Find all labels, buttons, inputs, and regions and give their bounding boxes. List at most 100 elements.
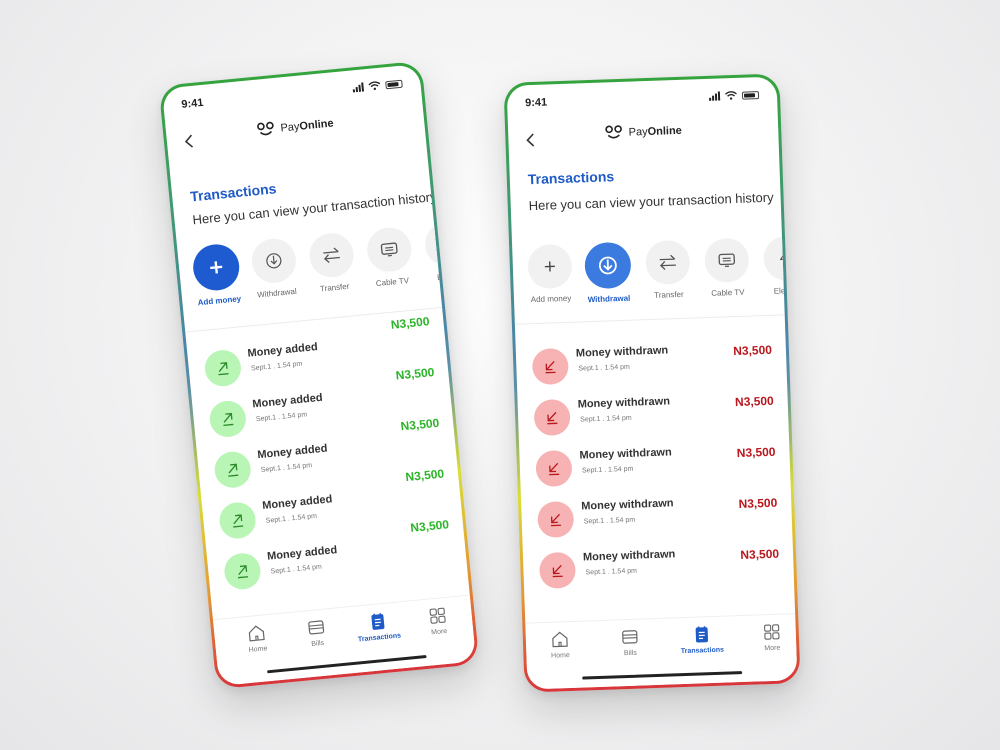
transaction-list: Money withdrawn Sept.1 . 1.54 pm N3,500 … <box>516 334 795 598</box>
action-label: Transfer <box>654 289 684 300</box>
home-icon <box>248 625 265 642</box>
transaction-amount: N3,500 <box>399 415 440 434</box>
transaction-datetime: Sept.1 . 1.54 pm <box>260 462 313 474</box>
plus-icon <box>210 261 223 274</box>
home-icon <box>552 631 568 648</box>
transaction-title: Money withdrawn <box>575 344 669 360</box>
arrow-up-right-icon <box>228 463 239 477</box>
nav-more[interactable]: More <box>741 622 797 653</box>
action-label: Add money <box>197 294 242 308</box>
action-add-money[interactable]: Add money <box>185 242 249 308</box>
bills-icon <box>308 620 325 635</box>
nav-bills[interactable]: Bills <box>600 627 661 658</box>
arrow-up-right-icon <box>218 362 229 376</box>
nav-label: Transactions <box>680 646 725 656</box>
action-label: Withdrawal <box>256 286 298 300</box>
tv-icon <box>380 242 398 257</box>
transaction-amount: N3,500 <box>740 546 780 563</box>
arrow-up-right-icon <box>233 514 244 528</box>
action-transfer[interactable]: Transfer <box>638 239 698 300</box>
action-label: Electric <box>773 285 798 296</box>
nav-transactions[interactable]: Transactions <box>347 610 410 645</box>
transfer-icon <box>659 254 676 270</box>
action-withdrawal[interactable]: Withdrawal <box>578 241 638 304</box>
nav-label: Transactions <box>357 632 402 644</box>
transaction-title: Money added <box>256 442 328 462</box>
nav-bills[interactable]: Bills <box>285 616 348 651</box>
transactions-icon <box>371 613 385 630</box>
transaction-amount: N3,500 <box>736 444 776 461</box>
arrow-up-right-icon <box>223 412 234 427</box>
arrow-up-right-icon <box>237 565 249 579</box>
home-indicator <box>267 655 427 674</box>
status-bar: 9:41 <box>524 89 760 113</box>
transaction-title: Money added <box>251 391 324 411</box>
action-electric[interactable]: Electric <box>416 219 476 283</box>
smiley-logo-icon <box>605 125 623 139</box>
transaction-datetime: Sept.1 . 1.54 pm <box>255 411 308 424</box>
phone-frame-right: 9:41 PayOnline Transactions Here you can… <box>503 73 801 693</box>
tv-icon <box>718 253 735 267</box>
bills-icon <box>622 630 638 644</box>
arrow-down-left-icon <box>550 513 561 527</box>
transaction-row[interactable]: Money withdrawn Sept.1 . 1.54 pm N3,500 <box>519 436 791 496</box>
action-label: Add money <box>530 293 572 305</box>
action-cable-tv[interactable]: Cable TV <box>358 225 421 289</box>
arrow-down-left-icon <box>552 564 563 578</box>
nav-more[interactable]: More <box>407 604 470 639</box>
action-label: Transfer <box>319 281 350 294</box>
transaction-row[interactable]: Money withdrawn Sept.1 . 1.54 pm N3,500 <box>516 334 788 394</box>
transaction-title: Money withdrawn <box>581 497 674 513</box>
grid-icon <box>764 624 780 640</box>
nav-home[interactable]: Home <box>226 621 289 656</box>
transaction-row[interactable]: Money withdrawn Sept.1 . 1.54 pm N3,500 <box>521 487 793 547</box>
nav-label: More <box>764 644 781 653</box>
nav-home[interactable]: Home <box>530 629 591 660</box>
cellular-signal-icon <box>709 91 721 101</box>
arrow-down-left-icon <box>547 411 558 425</box>
nav-label: Bills <box>311 639 325 648</box>
battery-icon <box>385 79 403 90</box>
quick-actions: Add money Withdrawal Transfer Cable TV E… <box>185 218 476 318</box>
transaction-datetime: Sept.1 . 1.54 pm <box>578 363 630 373</box>
brand-suffix: Online <box>298 117 335 133</box>
transaction-datetime: Sept.1 . 1.54 pm <box>581 465 634 475</box>
transactions-icon <box>695 626 709 643</box>
arrow-down-left-icon <box>545 360 556 374</box>
nav-transactions[interactable]: Transactions <box>672 624 733 655</box>
bottom-nav: Home Bills Transactions More <box>212 594 477 686</box>
status-time: 9:41 <box>524 96 548 110</box>
transaction-title: Money withdrawn <box>577 395 671 411</box>
transaction-list: Money added Sept.1 . 1.54 pm N3,500 Mone… <box>187 314 468 602</box>
brand-prefix: Pay <box>628 126 648 139</box>
wifi-icon <box>725 91 737 100</box>
transaction-row[interactable]: Money withdrawn Sept.1 . 1.54 pm N3,500 <box>523 538 795 598</box>
page-title: Transactions <box>527 168 615 188</box>
lightning-icon <box>779 249 792 267</box>
phone-frame-left: 9:41 PayOnline Transactions Here you can… <box>158 60 480 690</box>
nav-label: Home <box>551 652 570 660</box>
action-transfer[interactable]: Transfer <box>301 231 364 295</box>
plus-icon <box>544 261 555 272</box>
brand-suffix: Online <box>647 124 683 138</box>
transaction-row[interactable]: Money withdrawn Sept.1 . 1.54 pm N3,500 <box>517 385 789 445</box>
action-electric[interactable]: Electric <box>756 235 798 296</box>
transaction-datetime: Sept.1 . 1.54 pm <box>250 360 303 373</box>
transaction-amount: N3,500 <box>395 364 435 383</box>
screen-left: 9:41 PayOnline Transactions Here you can… <box>161 64 477 686</box>
transfer-icon <box>323 247 340 263</box>
action-label: Cable TV <box>711 287 745 298</box>
transaction-datetime: Sept.1 . 1.54 pm <box>580 414 632 424</box>
transaction-datetime: Sept.1 . 1.54 pm <box>265 512 318 525</box>
transaction-title: Money added <box>266 544 338 563</box>
action-cable-tv[interactable]: Cable TV <box>697 237 757 298</box>
app-logo: PayOnline <box>508 118 778 145</box>
transaction-amount: N3,500 <box>404 466 445 485</box>
transaction-datetime: Sept.1 . 1.54 pm <box>585 567 638 577</box>
action-add-money[interactable]: Add money <box>520 243 580 304</box>
nav-label: Home <box>248 645 268 654</box>
transaction-amount: N3,500 <box>409 517 450 535</box>
action-withdrawal[interactable]: Withdrawal <box>243 236 306 300</box>
transaction-amount: N3,500 <box>738 495 778 512</box>
transaction-title: Money withdrawn <box>579 446 672 462</box>
